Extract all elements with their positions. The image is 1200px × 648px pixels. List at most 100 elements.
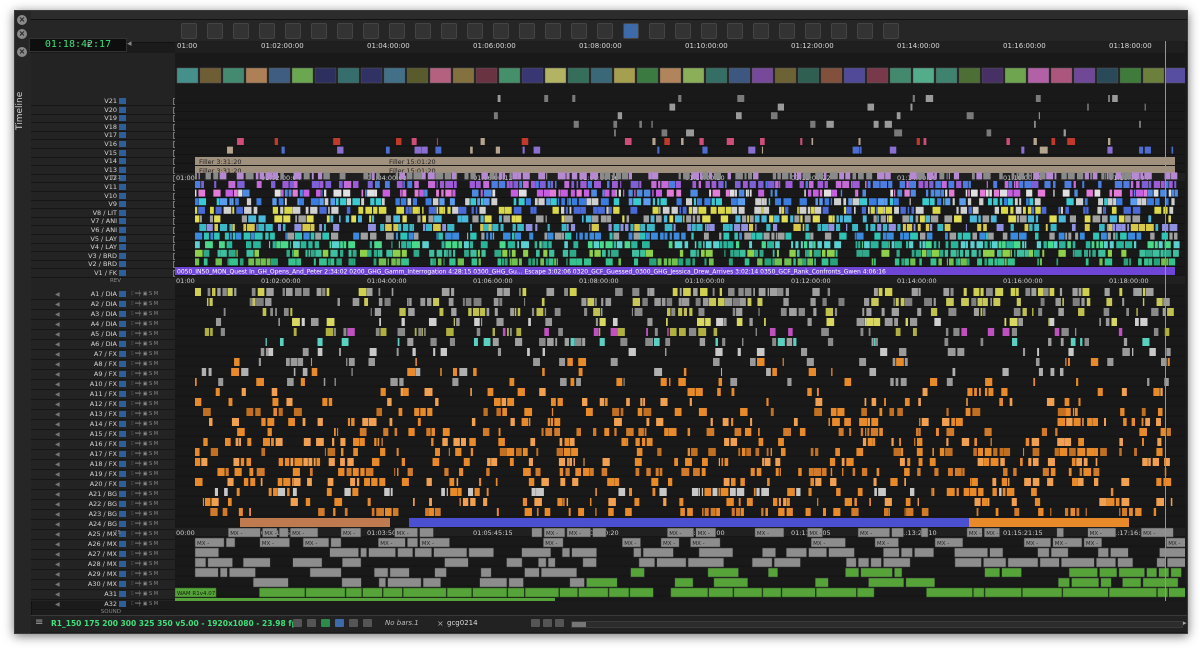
clip[interactable] — [566, 224, 569, 231]
clip[interactable] — [633, 258, 639, 266]
clip[interactable] — [652, 198, 656, 206]
clip[interactable] — [292, 249, 294, 257]
clip[interactable] — [766, 368, 771, 376]
clip[interactable] — [827, 338, 834, 346]
clip[interactable] — [897, 189, 903, 197]
clip[interactable] — [757, 258, 763, 266]
clip[interactable] — [683, 288, 691, 296]
clip[interactable] — [685, 458, 692, 466]
clip[interactable] — [292, 189, 298, 197]
clip[interactable] — [272, 198, 277, 206]
clip[interactable] — [564, 438, 569, 446]
clip[interactable] — [804, 189, 806, 197]
clip[interactable] — [968, 181, 971, 188]
clip[interactable] — [426, 478, 432, 486]
clip[interactable] — [830, 198, 833, 206]
clip[interactable] — [885, 172, 891, 180]
clip[interactable] — [904, 508, 906, 516]
clip[interactable] — [718, 488, 720, 496]
clip[interactable] — [1092, 215, 1101, 223]
clip-thumbnail[interactable] — [222, 67, 245, 84]
clip-thumbnail[interactable] — [291, 67, 314, 84]
clip[interactable] — [859, 358, 867, 366]
clip[interactable] — [496, 408, 501, 416]
clip[interactable] — [808, 468, 814, 476]
clip[interactable] — [855, 241, 858, 249]
clip[interactable] — [516, 328, 522, 336]
clip[interactable] — [923, 138, 927, 145]
clip[interactable] — [1129, 508, 1133, 516]
clip[interactable] — [835, 448, 840, 456]
clip[interactable] — [1138, 258, 1142, 266]
clip[interactable] — [861, 408, 867, 416]
clip[interactable] — [403, 181, 405, 188]
clip[interactable] — [521, 138, 529, 145]
clip[interactable] — [981, 498, 988, 506]
clip[interactable] — [984, 241, 988, 249]
clip[interactable] — [436, 232, 438, 240]
clip[interactable] — [1016, 288, 1019, 296]
clip[interactable] — [352, 298, 360, 306]
clip[interactable] — [544, 232, 548, 240]
clip[interactable] — [305, 206, 309, 214]
speaker-icon[interactable]: ◀ — [55, 330, 60, 339]
clip[interactable] — [547, 224, 550, 231]
clip[interactable] — [862, 438, 867, 446]
clip[interactable] — [777, 103, 785, 111]
clip[interactable] — [729, 488, 736, 496]
clip[interactable] — [390, 378, 398, 386]
clip[interactable] — [813, 249, 821, 257]
clip[interactable] — [817, 498, 819, 506]
clip[interactable] — [624, 138, 632, 145]
clip[interactable] — [1086, 206, 1089, 214]
clip[interactable] — [557, 198, 560, 206]
clip[interactable] — [698, 241, 702, 249]
clip[interactable] — [989, 189, 992, 197]
clip[interactable] — [716, 508, 720, 516]
clip[interactable] — [911, 249, 915, 257]
clip[interactable] — [338, 181, 343, 188]
clip[interactable] — [378, 258, 387, 266]
clip[interactable] — [939, 249, 944, 257]
clip[interactable] — [1072, 298, 1080, 306]
clip[interactable] — [953, 172, 960, 180]
clip[interactable] — [569, 438, 575, 446]
clip[interactable] — [218, 378, 224, 386]
clip[interactable] — [1077, 448, 1086, 456]
clip[interactable] — [310, 224, 315, 231]
clip[interactable] — [330, 198, 336, 206]
clip[interactable] — [327, 448, 336, 456]
track-select-toggle[interactable] — [119, 461, 126, 467]
clip[interactable] — [737, 198, 746, 206]
clip[interactable] — [390, 488, 393, 496]
clip[interactable] — [836, 488, 841, 496]
clip[interactable] — [343, 328, 347, 336]
clip[interactable] — [1019, 181, 1024, 188]
clip[interactable] — [1085, 241, 1091, 249]
clip[interactable] — [337, 146, 344, 154]
clip[interactable] — [199, 215, 202, 223]
mx-track-row[interactable] — [194, 557, 1185, 568]
clip[interactable] — [1087, 418, 1092, 426]
clip[interactable] — [209, 298, 213, 306]
clip[interactable] — [684, 241, 689, 249]
clip[interactable] — [206, 298, 209, 306]
clip[interactable] — [1032, 458, 1039, 466]
clip[interactable] — [1012, 338, 1018, 346]
clip[interactable] — [649, 258, 657, 266]
timecode-ruler-rev[interactable]: 01:00 01:02:00:00 01:04:00:00 01:06:00:00 01… — [175, 276, 1185, 285]
clip[interactable] — [688, 328, 697, 336]
clip[interactable] — [510, 308, 515, 316]
clip[interactable] — [884, 288, 893, 296]
clip[interactable] — [946, 438, 949, 446]
clip[interactable] — [413, 498, 415, 506]
speaker-icon[interactable]: ◀ — [55, 520, 60, 529]
clip[interactable] — [1160, 388, 1163, 396]
clip[interactable] — [236, 206, 243, 214]
clip[interactable] — [270, 232, 275, 240]
clip[interactable] — [215, 258, 222, 266]
clip[interactable] — [486, 488, 489, 496]
clip[interactable] — [528, 258, 532, 266]
clip[interactable] — [442, 428, 450, 436]
clip[interactable] — [1016, 249, 1025, 257]
